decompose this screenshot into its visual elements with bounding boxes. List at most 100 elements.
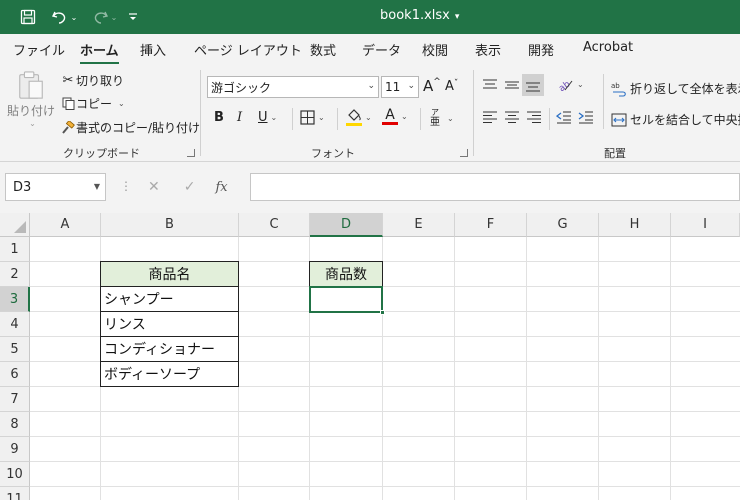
align-center-button[interactable] <box>504 110 520 124</box>
column-header-a[interactable]: A <box>30 213 101 237</box>
cell-b6[interactable]: ボディーソープ <box>100 361 239 387</box>
resize-handle-icon[interactable]: ⋮ <box>120 179 132 193</box>
column-header-f[interactable]: F <box>455 213 527 237</box>
row-header-1[interactable]: 1 <box>0 237 30 262</box>
cell-b4[interactable]: リンス <box>100 311 239 337</box>
font-name-select[interactable]: 游ゴシック ⌄ <box>207 76 379 98</box>
group-divider <box>603 74 604 129</box>
window-title[interactable]: book1.xlsx ▾ <box>380 8 459 23</box>
chevron-down-icon: ⌄ <box>29 119 36 128</box>
insert-function-icon[interactable]: fx <box>215 180 227 195</box>
worksheet-grid[interactable]: A B C D E F G H I 1 2 3 4 5 6 7 8 9 10 1… <box>0 213 740 500</box>
name-box[interactable]: D3 ▼ <box>5 173 106 201</box>
column-header-i[interactable]: I <box>671 213 740 237</box>
decrease-font-size-button[interactable]: Aˇ <box>445 79 458 95</box>
align-center-icon <box>505 111 519 123</box>
italic-button[interactable]: I <box>237 110 242 125</box>
column-header-c[interactable]: C <box>239 213 310 237</box>
group-divider <box>200 70 201 156</box>
tab-acrobat[interactable]: Acrobat <box>583 40 633 55</box>
cell-b2[interactable]: 商品名 <box>100 261 239 287</box>
row-header-5[interactable]: 5 <box>0 337 30 362</box>
tab-view[interactable]: 表示 <box>475 40 501 59</box>
font-color-button[interactable]: A ⌄ <box>382 108 408 125</box>
bold-button[interactable]: B <box>214 110 224 125</box>
column-header-h[interactable]: H <box>599 213 671 237</box>
column-header-d[interactable]: D <box>310 213 383 237</box>
chevron-down-icon: ⌄ <box>118 99 125 108</box>
underline-button[interactable]: U ⌄ <box>258 110 277 125</box>
bold-icon: B <box>214 110 224 125</box>
row-header-10[interactable]: 10 <box>0 462 30 487</box>
borders-icon <box>300 110 315 125</box>
increase-font-size-button[interactable]: A ^ <box>423 77 441 95</box>
increase-indent-button[interactable] <box>578 110 594 124</box>
tab-page-layout[interactable]: ページ レイアウト <box>194 40 302 59</box>
cut-button[interactable]: ✂ 切り取り <box>60 72 124 89</box>
column-header-e[interactable]: E <box>383 213 455 237</box>
merge-cells-icon <box>611 113 627 126</box>
clipboard-icon <box>19 71 43 99</box>
tab-data[interactable]: データ <box>362 40 401 59</box>
tab-file[interactable]: ファイル <box>13 40 65 59</box>
tab-developer[interactable]: 開発 <box>528 40 554 59</box>
redo-icon[interactable]: ⌄ <box>88 7 120 27</box>
formula-bar: D3 ▼ ⋮ ✕ ✓ fx <box>0 162 740 213</box>
align-bottom-button[interactable] <box>522 74 544 96</box>
gridline <box>30 436 740 437</box>
decrease-indent-button[interactable] <box>556 110 572 124</box>
row-header-3[interactable]: 3 <box>0 287 30 312</box>
toolbar-divider <box>292 108 293 130</box>
copy-button[interactable]: コピー ⌄ <box>60 95 125 112</box>
orientation-button[interactable]: ab ⌄ <box>556 76 584 92</box>
align-left-button[interactable] <box>482 110 498 124</box>
chevron-down-icon: ⌄ <box>577 79 584 89</box>
enter-icon[interactable]: ✓ <box>184 179 196 195</box>
row-header-2[interactable]: 2 <box>0 262 30 287</box>
name-box-value: D3 <box>13 179 32 195</box>
tab-formulas[interactable]: 数式 <box>310 40 336 59</box>
fill-color-button[interactable]: ⌄ <box>346 109 372 126</box>
borders-button[interactable]: ⌄ <box>300 110 325 125</box>
cell-d2[interactable]: 商品数 <box>309 261 383 287</box>
customize-quick-access-icon[interactable] <box>126 7 140 27</box>
wrap-text-button[interactable]: ab 折り返して全体を表示す <box>611 80 740 97</box>
undo-icon[interactable]: ⌄ <box>48 7 80 27</box>
align-top-button[interactable] <box>482 78 498 92</box>
cell-b3[interactable]: シャンプー <box>100 286 239 312</box>
dialog-launcher-icon[interactable] <box>187 149 195 157</box>
column-header-b[interactable]: B <box>101 213 239 237</box>
format-painter-button[interactable]: 書式のコピー/貼り付け <box>60 119 200 136</box>
fill-handle[interactable] <box>380 310 385 315</box>
row-header-7[interactable]: 7 <box>0 387 30 412</box>
font-color-icon: A <box>382 108 398 125</box>
active-cell-selection[interactable] <box>309 286 383 313</box>
tab-insert[interactable]: 挿入 <box>140 40 166 59</box>
cell-b5[interactable]: コンディショナー <box>100 336 239 362</box>
align-middle-button[interactable] <box>504 78 520 92</box>
column-header-g[interactable]: G <box>527 213 599 237</box>
clipboard-group-label: クリップボード <box>63 147 140 160</box>
select-all-button[interactable] <box>0 213 30 237</box>
save-icon[interactable] <box>18 7 38 27</box>
align-middle-icon <box>505 81 519 89</box>
tab-review[interactable]: 校閲 <box>422 40 448 59</box>
formula-input[interactable] <box>250 173 740 201</box>
font-color-letter: A <box>385 107 395 123</box>
row-header-8[interactable]: 8 <box>0 412 30 437</box>
cancel-icon[interactable]: ✕ <box>148 179 160 195</box>
align-right-button[interactable] <box>526 110 542 124</box>
underline-icon: U <box>258 110 268 125</box>
phonetic-guide-button[interactable]: ア 亜 ⌄ <box>430 108 454 128</box>
row-header-9[interactable]: 9 <box>0 437 30 462</box>
tab-home[interactable]: ホーム <box>80 40 119 65</box>
paste-button[interactable]: 貼り付け ⌄ <box>7 70 55 128</box>
font-size-select[interactable]: 11 ⌄ <box>381 76 419 98</box>
dialog-launcher-icon[interactable] <box>460 149 468 157</box>
row-header-11[interactable]: 11 <box>0 487 30 500</box>
text-orientation-icon: ab <box>557 79 572 92</box>
merge-center-button[interactable]: セルを結合して中央揃え <box>611 111 740 128</box>
chevron-down-icon: ⌄ <box>401 112 408 121</box>
row-header-4[interactable]: 4 <box>0 312 30 337</box>
row-header-6[interactable]: 6 <box>0 362 30 387</box>
